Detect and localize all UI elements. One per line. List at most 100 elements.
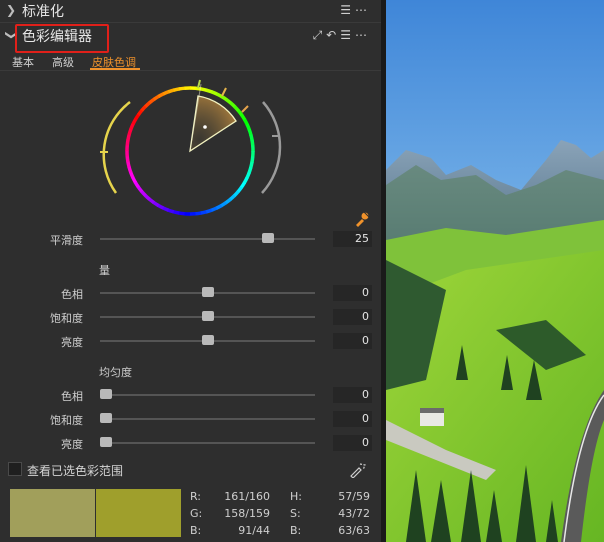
hue-ring-segment[interactable] — [125, 139, 130, 146]
more-icon[interactable]: ⋯ — [355, 3, 371, 17]
hue-ring-segment[interactable] — [245, 171, 251, 179]
hue-ring-segment[interactable] — [210, 90, 218, 96]
uniformity-hue-slider-thumb[interactable] — [100, 389, 112, 399]
hue-ring-segment[interactable] — [178, 86, 186, 91]
hue-ring-segment[interactable] — [127, 166, 133, 174]
hue-ring-segment[interactable] — [126, 133, 132, 141]
amount-lightness-slider-thumb[interactable] — [201, 335, 214, 345]
hue-ring-segment[interactable] — [128, 171, 135, 179]
hue-ring-segment[interactable] — [205, 88, 213, 94]
hue-ring-segment[interactable] — [144, 100, 152, 108]
hue-ring-segment[interactable] — [247, 128, 253, 136]
hue-ring-segment[interactable] — [167, 208, 175, 214]
amount-lightness-value[interactable]: 0 — [333, 333, 372, 349]
panel-menu-icons[interactable]: ☰⋯ — [340, 3, 371, 17]
hue-ring-segment[interactable] — [225, 97, 233, 105]
smoothness-value[interactable]: 25 — [333, 231, 372, 247]
smoothness-slider-thumb[interactable] — [262, 233, 275, 243]
hue-ring-segment[interactable] — [140, 104, 148, 112]
panel-header-normalize[interactable]: ❯ 标准化 ☰⋯ — [0, 0, 381, 22]
top-range-tick[interactable] — [241, 105, 249, 113]
expand-icon[interactable]: ⤢ — [313, 28, 327, 42]
hue-ring-segment[interactable] — [172, 209, 180, 215]
hue-ring-segment[interactable] — [200, 210, 207, 215]
top-range-tick[interactable] — [197, 79, 201, 89]
reset-icon[interactable]: ↶ — [326, 28, 340, 42]
tab-advanced[interactable]: 高级 — [52, 54, 74, 70]
hue-ring-segment[interactable] — [136, 108, 144, 116]
hue-ring-segment[interactable] — [152, 94, 160, 101]
hue-ring-segment[interactable] — [167, 88, 175, 94]
hue-ring-segment[interactable] — [250, 156, 255, 163]
selection-center-dot[interactable] — [203, 125, 207, 129]
hue-ring-segment[interactable] — [249, 134, 254, 141]
hue-ring-segment[interactable] — [133, 181, 140, 189]
hue-ring-segment[interactable] — [136, 185, 144, 193]
hue-ring-segment[interactable] — [173, 87, 180, 92]
top-range-tick[interactable] — [221, 87, 227, 97]
hue-ring-segment[interactable] — [245, 123, 252, 131]
eyedropper-icon[interactable] — [354, 211, 370, 227]
hue-ring-segment[interactable] — [242, 176, 249, 184]
hue-ring-segment[interactable] — [129, 123, 135, 131]
hue-ring-segment[interactable] — [250, 139, 255, 147]
hue-ring-segment[interactable] — [215, 204, 223, 210]
hue-ring-segment[interactable] — [210, 206, 218, 213]
hue-ring-segment[interactable] — [239, 181, 247, 189]
more-icon[interactable]: ⋯ — [355, 28, 371, 42]
hue-ring-segment[interactable] — [126, 161, 131, 168]
hue-ring-segment[interactable] — [220, 94, 228, 102]
hue-ring-segment[interactable] — [224, 197, 232, 205]
hue-ring-segment[interactable] — [233, 105, 241, 113]
hue-ring-segment[interactable] — [125, 155, 130, 163]
hue-ring-segment[interactable] — [240, 113, 247, 121]
uniformity-saturation-value[interactable]: 0 — [333, 411, 372, 427]
chevron-right-icon[interactable]: ❯ — [6, 3, 16, 17]
hue-ring-segment[interactable] — [157, 92, 165, 98]
hue-ring-segment[interactable] — [162, 89, 170, 96]
uniformity-lightness-slider-thumb[interactable] — [100, 437, 112, 447]
smoothness-slider[interactable] — [100, 238, 315, 240]
menu-icon[interactable]: ☰ — [340, 3, 355, 17]
uniformity-hue-value[interactable]: 0 — [333, 387, 372, 403]
hue-ring-segment[interactable] — [220, 201, 228, 208]
hue-ring-segment[interactable] — [152, 200, 160, 208]
hue-ring-segment[interactable] — [139, 189, 147, 197]
uniformity-lightness-value[interactable]: 0 — [333, 435, 372, 451]
hue-ring-segment[interactable] — [247, 166, 253, 174]
hue-ring-segment[interactable] — [147, 197, 155, 205]
amount-saturation-slider-thumb[interactable] — [201, 311, 214, 321]
hue-ring-segment[interactable] — [131, 118, 138, 126]
hue-ring-segment[interactable] — [205, 208, 213, 214]
uniformity-lightness-slider[interactable] — [100, 442, 315, 444]
uniformity-saturation-slider-thumb[interactable] — [100, 413, 112, 423]
amount-hue-slider-thumb[interactable] — [201, 287, 214, 297]
uniformity-saturation-slider[interactable] — [100, 418, 315, 420]
hue-ring-segment[interactable] — [248, 161, 254, 169]
hue-ring-segment[interactable] — [127, 128, 133, 136]
hue-ring-segment[interactable] — [229, 101, 237, 109]
color-wheel[interactable] — [90, 72, 290, 222]
hue-ring-segment[interactable] — [194, 211, 202, 216]
panel-tool-icons[interactable]: ⤢↶☰⋯ — [313, 28, 371, 43]
hue-ring-segment[interactable] — [162, 206, 170, 212]
menu-icon[interactable]: ☰ — [340, 28, 355, 42]
amount-hue-value[interactable]: 0 — [333, 285, 372, 301]
hue-ring-segment[interactable] — [243, 118, 249, 126]
hue-ring-segment[interactable] — [228, 194, 236, 202]
hue-ring-segment[interactable] — [143, 193, 151, 201]
hue-ring-segment[interactable] — [178, 211, 185, 216]
hue-ring-segment[interactable] — [131, 176, 137, 184]
right-range-arc[interactable] — [261, 101, 282, 194]
hue-ring-segment[interactable] — [133, 113, 141, 121]
hue-ring-segment[interactable] — [232, 190, 240, 198]
view-selected-checkbox[interactable] — [8, 462, 22, 476]
tab-basic[interactable]: 基本 — [12, 54, 34, 70]
hue-ring-segment[interactable] — [148, 97, 156, 105]
uniformity-hue-slider[interactable] — [100, 394, 315, 396]
hue-ring-segment[interactable] — [200, 87, 208, 93]
range-picker-icon[interactable] — [349, 462, 367, 478]
amount-saturation-value[interactable]: 0 — [333, 309, 372, 325]
hue-ring-segment[interactable] — [157, 203, 165, 210]
hue-ring-segment[interactable] — [236, 186, 244, 194]
